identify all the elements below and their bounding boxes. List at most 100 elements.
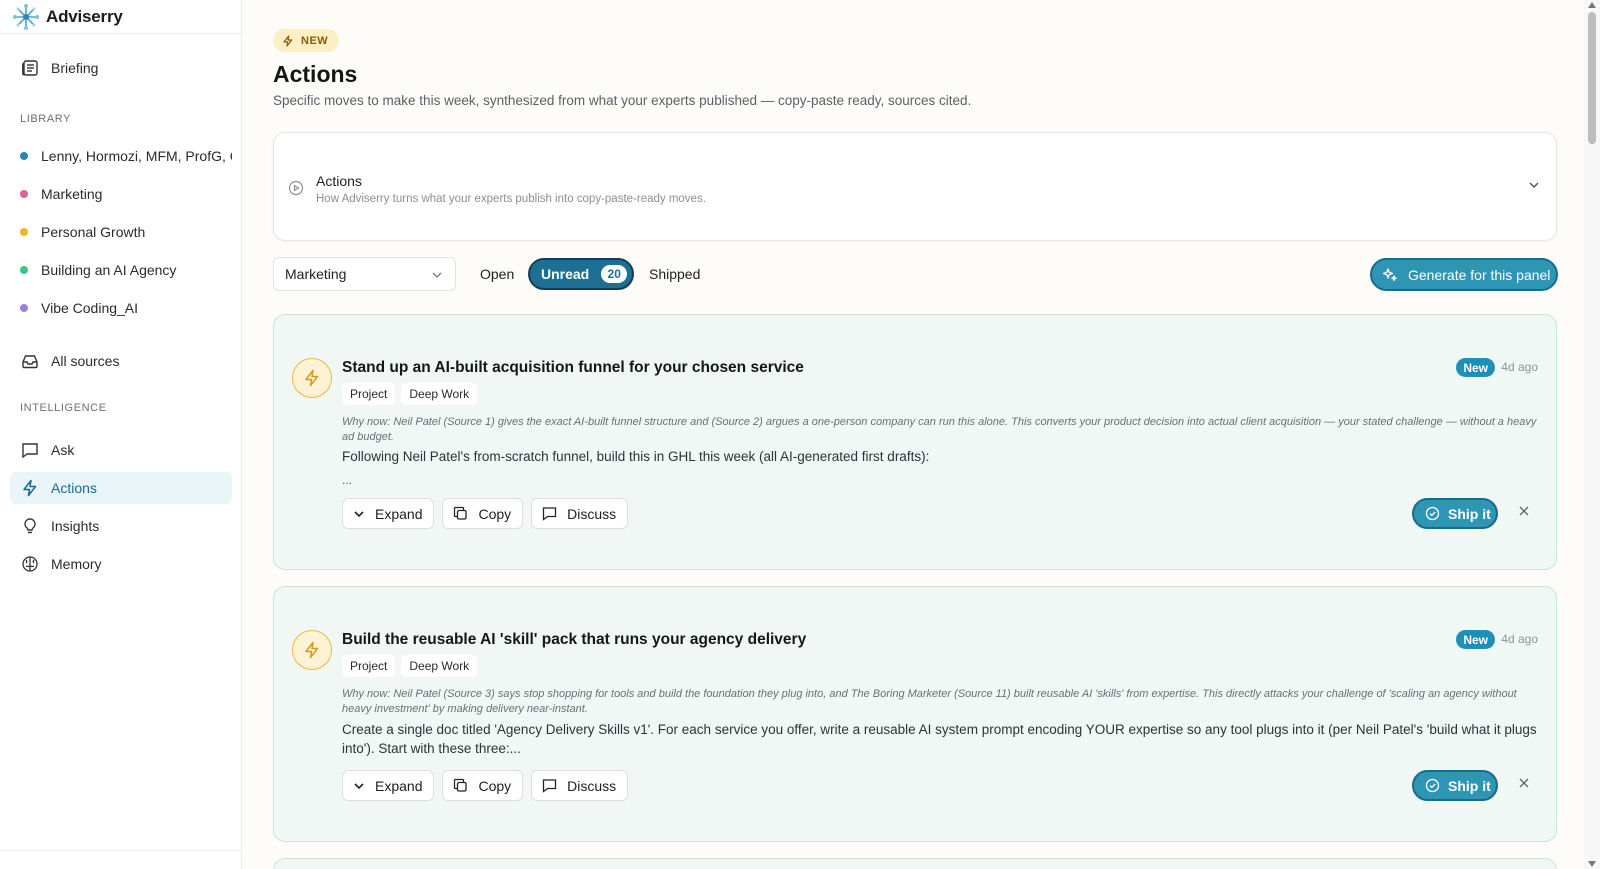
expand-button[interactable]: Expand (342, 770, 435, 801)
chat-icon (543, 507, 557, 521)
sidebar-item-label: Ask (51, 442, 75, 458)
scroll-down-arrow[interactable] (1588, 861, 1596, 867)
ship-it-label: Ship it (1448, 505, 1491, 522)
library-item[interactable]: Vibe Coding_AI (20, 300, 232, 316)
sidebar-item-briefing[interactable]: Briefing (10, 52, 232, 84)
chevron-down-icon (432, 272, 442, 278)
chevron-down-icon (354, 510, 364, 517)
action-card: Stand up an AI-built acquisition funnel … (273, 314, 1557, 570)
check-circle-icon (1425, 506, 1440, 521)
action-title: Build the reusable AI 'skill' pack that … (342, 631, 807, 648)
bolt-icon (20, 478, 40, 498)
ship-it-button[interactable]: Ship it (1412, 770, 1498, 801)
tab-shipped[interactable]: Shipped (649, 266, 700, 282)
bolt-icon (292, 358, 332, 398)
sidebar-item-label: Actions (51, 480, 97, 496)
copy-label: Copy (478, 777, 512, 794)
scrollbar[interactable] (1584, 0, 1600, 869)
timestamp: 4d ago (1501, 632, 1538, 646)
about-actions-card[interactable]: Actions How Adviserry turns what your ex… (273, 132, 1557, 241)
color-dot (20, 266, 28, 274)
sidebar-item-memory[interactable]: Memory (10, 548, 232, 580)
library-item-label: Marketing (41, 186, 103, 202)
generate-button-label: Generate for this panel (1408, 266, 1551, 283)
intelligence-section-label: INTELLIGENCE (20, 402, 107, 414)
expand-button[interactable]: Expand (342, 498, 435, 529)
about-subtitle: How Adviserry turns what your experts pu… (316, 193, 706, 205)
bolt-icon (292, 630, 332, 670)
panel-select-value: Marketing (285, 266, 347, 282)
color-dot (20, 190, 28, 198)
bolt-icon (283, 34, 293, 47)
copy-icon (454, 778, 468, 792)
scroll-up-arrow[interactable] (1588, 2, 1596, 8)
more-ellipsis: ... (342, 473, 353, 487)
library-item[interactable]: Lenny, Hormozi, MFM, ProfG, C (20, 148, 232, 164)
action-card (273, 858, 1557, 869)
tab-open[interactable]: Open (480, 266, 514, 282)
tag-chip: Project (342, 383, 396, 405)
logo-icon (13, 3, 39, 30)
discuss-button[interactable]: Discuss (531, 498, 629, 529)
new-status-badge: New (1456, 358, 1495, 377)
sidebar-divider (0, 850, 242, 851)
color-dot (20, 304, 28, 312)
library-item-label: Building an AI Agency (41, 262, 177, 278)
new-status-badge: New (1456, 630, 1495, 649)
ship-it-label: Ship it (1448, 777, 1491, 794)
inbox-icon (20, 351, 40, 371)
chevron-down-icon (354, 782, 364, 789)
sidebar-item-insights[interactable]: Insights (10, 510, 232, 542)
tag-chip: Deep Work (401, 383, 478, 405)
library-item[interactable]: Building an AI Agency (20, 262, 232, 278)
copy-label: Copy (478, 505, 512, 522)
sidebar-item-label: Insights (51, 518, 100, 534)
tab-unread[interactable]: Unread 20 (528, 258, 634, 290)
close-icon[interactable] (1518, 777, 1530, 789)
discuss-label: Discuss (567, 505, 617, 522)
scrollbar-thumb[interactable] (1588, 12, 1596, 144)
chevron-down-icon[interactable] (1528, 179, 1540, 191)
new-badge-label: NEW (301, 34, 329, 47)
sidebar-item-all-sources[interactable]: All sources (10, 345, 232, 377)
action-body: Following Neil Patel's from-scratch funn… (342, 449, 930, 464)
close-icon[interactable] (1518, 505, 1530, 517)
action-card: Build the reusable AI 'skill' pack that … (273, 586, 1557, 842)
page-subtitle: Specific moves to make this week, synthe… (273, 93, 972, 108)
copy-button[interactable]: Copy (442, 498, 524, 529)
play-circle-icon (288, 180, 304, 196)
tag-chip: Deep Work (401, 655, 478, 677)
ship-it-button[interactable]: Ship it (1412, 498, 1498, 529)
tab-unread-label: Unread (541, 266, 590, 282)
tag-chip: Project (342, 655, 396, 677)
library-section-label: LIBRARY (20, 113, 72, 125)
brand[interactable]: Adviserry (0, 0, 241, 34)
library-item[interactable]: Marketing (20, 186, 232, 202)
sidebar-item-label: Memory (51, 556, 102, 572)
lightbulb-icon (20, 516, 40, 536)
unread-count-badge: 20 (601, 265, 628, 283)
copy-button[interactable]: Copy (442, 770, 524, 801)
main-content: NEW Actions Specific moves to make this … (242, 0, 1600, 869)
app-name: Adviserry (46, 6, 123, 26)
sidebar-item-ask[interactable]: Ask (10, 434, 232, 466)
copy-icon (454, 506, 468, 520)
discuss-button[interactable]: Discuss (531, 770, 629, 801)
library-item-label: Lenny, Hormozi, MFM, ProfG, C (41, 148, 232, 164)
library-item-label: Personal Growth (41, 224, 146, 240)
generate-button[interactable]: Generate for this panel (1370, 258, 1558, 291)
library-item[interactable]: Personal Growth (20, 224, 232, 240)
why-now-text: Why now: Neil Patel (Source 3) says stop… (342, 688, 1517, 715)
library-item-label: Vibe Coding_AI (41, 300, 139, 316)
expand-label: Expand (375, 505, 423, 522)
brain-icon (20, 554, 40, 574)
sidebar: Adviserry Briefing LIBRARY Lenny, Hormoz… (0, 0, 242, 869)
discuss-label: Discuss (567, 777, 617, 794)
expand-label: Expand (375, 777, 423, 794)
panel-select[interactable]: Marketing (273, 257, 456, 291)
why-now-text: Why now: Neil Patel (Source 1) gives the… (342, 416, 1537, 443)
sidebar-item-actions[interactable]: Actions (10, 472, 232, 504)
new-badge: NEW (273, 29, 340, 52)
about-title: Actions (316, 173, 362, 189)
sparkles-icon (1382, 267, 1397, 281)
